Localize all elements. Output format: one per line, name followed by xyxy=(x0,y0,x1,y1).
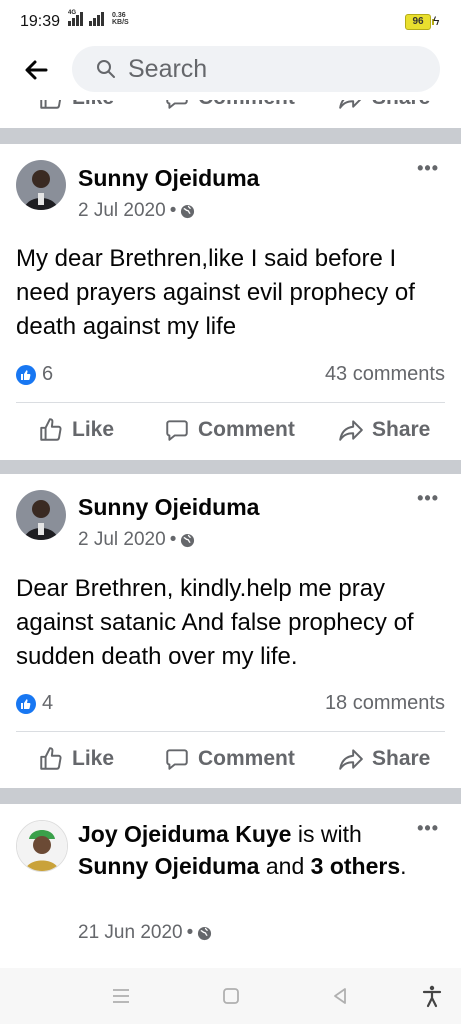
globe-icon xyxy=(181,204,195,218)
search-icon xyxy=(97,60,115,78)
comment-label: Comment xyxy=(198,418,295,441)
like-label: Like xyxy=(72,747,115,770)
and-text: and xyxy=(265,853,305,879)
signal-icon: 4G xyxy=(68,10,83,26)
meta-dot: • xyxy=(169,200,177,221)
comment-label: Comment xyxy=(198,100,295,110)
network-type: 4G xyxy=(68,10,77,16)
arrow-left-icon xyxy=(25,60,48,80)
previous-post-actions: Like Comment Share xyxy=(0,100,461,116)
menu-icon[interactable] xyxy=(109,984,133,1008)
post-text: My dear Brethren,like I said before I ne… xyxy=(16,245,415,340)
home-icon[interactable] xyxy=(219,984,243,1008)
avatar[interactable] xyxy=(16,820,68,872)
post-text: Dear Brethren, kindly.help me pray again… xyxy=(16,575,414,670)
share-button[interactable]: Share xyxy=(338,417,430,443)
speech-bubble-icon xyxy=(166,749,188,770)
ellipsis-icon: ••• xyxy=(417,818,439,838)
share-button[interactable]: Share xyxy=(338,100,430,111)
like-label: Like xyxy=(72,100,114,110)
post-meta: 2 Jul 2020 • xyxy=(78,200,195,222)
period-text: . xyxy=(400,853,407,879)
network-indicator: 4G 0.36 KB/S xyxy=(68,10,129,26)
reactions-summary[interactable]: 6 xyxy=(16,363,53,386)
meta-dot: • xyxy=(169,529,177,550)
likes-count: 6 xyxy=(42,363,54,385)
feed-divider xyxy=(0,460,461,474)
post-meta: 2 Jul 2020 • xyxy=(78,529,195,551)
post-card: Joy Ojeiduma Kuye is with Sunny Ojeiduma… xyxy=(0,804,461,968)
globe-icon xyxy=(198,926,212,940)
more-options-button[interactable]: ••• xyxy=(417,488,439,509)
comment-button[interactable]: Comment xyxy=(164,417,295,443)
status-bar: 19:39 4G 0.36 KB/S 96 ϟ xyxy=(0,0,461,44)
comments-count[interactable]: 18 comments xyxy=(325,692,445,715)
avatar[interactable] xyxy=(16,160,66,210)
share-button[interactable]: Share xyxy=(338,746,430,772)
status-time: 19:39 xyxy=(20,13,61,30)
post-meta: 21 Jun 2020 • xyxy=(78,922,212,944)
battery-icon: 96 xyxy=(405,14,434,30)
share-label: Share xyxy=(372,747,431,770)
comment-label: Comment xyxy=(198,747,295,770)
search-bar[interactable] xyxy=(72,46,440,92)
like-button[interactable]: Like xyxy=(38,100,114,111)
post-date[interactable]: 2 Jul 2020 xyxy=(78,200,166,222)
ellipsis-icon: ••• xyxy=(417,488,439,508)
comment-button[interactable]: Comment xyxy=(164,746,295,772)
likes-count: 4 xyxy=(42,692,54,714)
signal-icon-2 xyxy=(89,12,104,26)
post-card: Sunny Ojeiduma 2 Jul 2020 • ••• My dear … xyxy=(0,144,461,460)
others-link[interactable]: 3 others xyxy=(311,853,400,879)
post-date[interactable]: 21 Jun 2020 xyxy=(78,922,183,944)
comment-button[interactable]: Comment xyxy=(164,100,295,111)
post-header-text: Joy Ojeiduma Kuye is with Sunny Ojeiduma… xyxy=(78,818,418,882)
post-author[interactable]: Joy Ojeiduma Kuye xyxy=(78,821,291,847)
post-author[interactable]: Sunny Ojeiduma xyxy=(78,165,259,192)
speech-bubble-icon xyxy=(166,100,188,109)
more-options-button[interactable]: ••• xyxy=(417,158,439,179)
like-button[interactable]: Like xyxy=(38,417,114,443)
charging-icon: ϟ xyxy=(433,14,440,28)
thumbs-up-icon xyxy=(40,747,62,770)
tagged-user[interactable]: Sunny Ojeiduma xyxy=(78,853,259,879)
like-reaction-icon xyxy=(16,364,36,385)
share-arrow-icon xyxy=(339,100,362,109)
share-label: Share xyxy=(372,100,430,110)
reactions-summary[interactable]: 4 xyxy=(16,692,53,715)
like-button[interactable]: Like xyxy=(38,746,114,772)
comments-count[interactable]: 43 comments xyxy=(325,363,445,386)
like-label: Like xyxy=(72,418,115,441)
with-text: is with xyxy=(297,821,362,847)
share-arrow-icon xyxy=(339,420,363,441)
share-label: Share xyxy=(372,418,431,441)
accessibility-icon[interactable] xyxy=(420,984,444,1008)
search-input[interactable] xyxy=(128,46,418,92)
search-header xyxy=(0,44,461,100)
like-reaction-icon xyxy=(16,693,36,714)
speech-bubble-icon xyxy=(166,420,188,441)
back-button[interactable] xyxy=(20,54,52,86)
thumbs-up-icon xyxy=(40,100,62,109)
thumbs-up-icon xyxy=(40,418,62,441)
system-nav-bar xyxy=(0,968,461,1024)
action-separator xyxy=(16,731,445,732)
share-arrow-icon xyxy=(339,749,363,770)
ellipsis-icon: ••• xyxy=(417,158,439,178)
feed-divider xyxy=(0,788,461,804)
network-speed: 0.36 KB/S xyxy=(112,12,129,26)
action-separator xyxy=(16,402,445,403)
post-card: Sunny Ojeiduma 2 Jul 2020 • ••• Dear Bre… xyxy=(0,474,461,788)
more-options-button[interactable]: ••• xyxy=(417,818,439,839)
avatar[interactable] xyxy=(16,490,66,540)
meta-dot: • xyxy=(186,922,194,943)
globe-icon xyxy=(181,533,195,547)
feed-divider xyxy=(0,128,461,144)
post-author[interactable]: Sunny Ojeiduma xyxy=(78,494,259,521)
back-nav-icon[interactable] xyxy=(328,984,352,1008)
post-date[interactable]: 2 Jul 2020 xyxy=(78,529,166,551)
